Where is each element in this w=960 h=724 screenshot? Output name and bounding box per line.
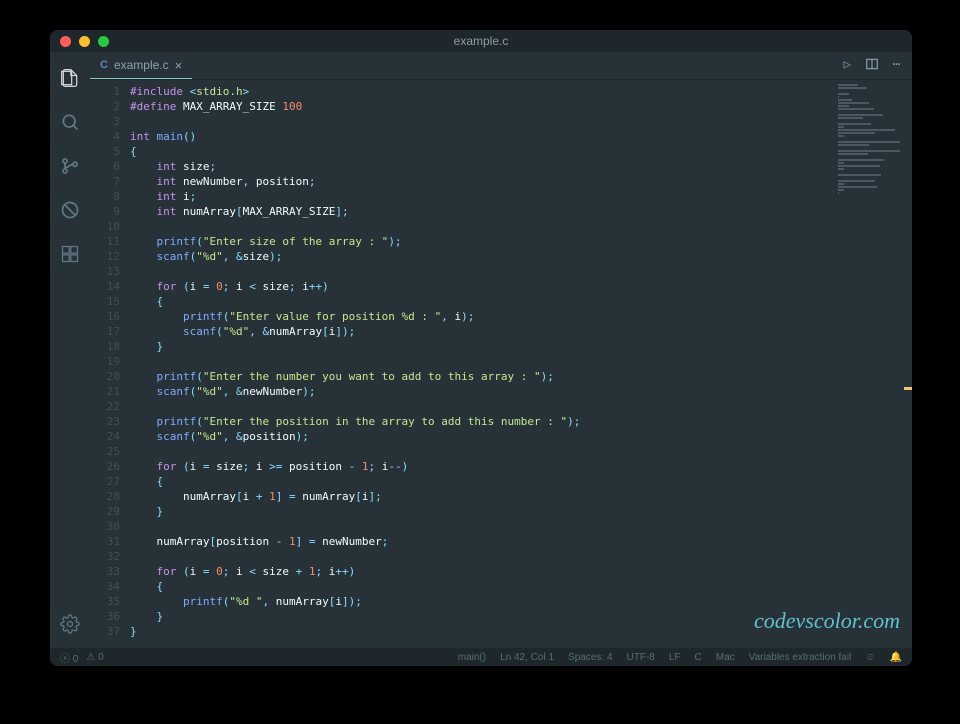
explorer-icon[interactable] <box>58 66 82 90</box>
close-tab-icon[interactable]: × <box>175 58 183 73</box>
status-encoding[interactable]: UTF-8 <box>627 652 655 663</box>
status-language[interactable]: C <box>695 652 702 663</box>
source-control-icon[interactable] <box>58 154 82 178</box>
line-number-gutter: 1234567891011121314151617181920212223242… <box>90 80 130 648</box>
tab-bar: C example.c × ▷ ⋯ <box>90 52 912 80</box>
c-file-icon: C <box>100 59 108 71</box>
status-bar: ⓧ 0 ⚠ 0 main() Ln 42, Col 1 Spaces: 4 UT… <box>50 648 912 666</box>
tab-example-c[interactable]: C example.c × <box>90 52 192 79</box>
watermark: codevscolor.com <box>754 608 900 634</box>
code-editor[interactable]: 1234567891011121314151617181920212223242… <box>90 80 912 648</box>
minimap[interactable] <box>834 80 904 648</box>
status-message[interactable]: Variables extraction fail <box>749 652 852 663</box>
split-editor-icon[interactable] <box>865 57 879 74</box>
activity-bar <box>50 52 90 648</box>
warnings-count[interactable]: ⚠ 0 <box>86 652 103 663</box>
status-eol[interactable]: LF <box>669 652 681 663</box>
extensions-icon[interactable] <box>58 242 82 266</box>
more-actions-icon[interactable]: ⋯ <box>893 57 900 74</box>
overview-ruler[interactable] <box>904 80 912 648</box>
close-window-button[interactable] <box>60 36 71 47</box>
window-title: example.c <box>454 34 509 48</box>
editor-window: example.c <box>50 30 912 666</box>
settings-gear-icon[interactable] <box>58 612 82 636</box>
run-icon[interactable]: ▷ <box>844 57 851 74</box>
titlebar: example.c <box>50 30 912 52</box>
feedback-icon[interactable]: ☺ <box>865 652 875 663</box>
search-icon[interactable] <box>58 110 82 134</box>
debug-icon[interactable] <box>58 198 82 222</box>
status-indentation[interactable]: Spaces: 4 <box>568 652 612 663</box>
minimize-window-button[interactable] <box>79 36 90 47</box>
tab-label: example.c <box>114 58 169 72</box>
status-cursor-position[interactable]: Ln 42, Col 1 <box>500 652 554 663</box>
code-content[interactable]: #include <stdio.h>#define MAX_ARRAY_SIZE… <box>130 80 834 648</box>
zoom-window-button[interactable] <box>98 36 109 47</box>
errors-count[interactable]: ⓧ 0 <box>60 650 78 665</box>
notifications-icon[interactable]: 🔔 <box>890 652 902 663</box>
window-controls <box>60 36 109 47</box>
status-os[interactable]: Mac <box>716 652 735 663</box>
editor-actions: ▷ ⋯ <box>844 57 912 74</box>
workbench: C example.c × ▷ ⋯ 1234567891011121314151… <box>50 52 912 648</box>
status-scope[interactable]: main() <box>458 652 486 663</box>
editor-group: C example.c × ▷ ⋯ 1234567891011121314151… <box>90 52 912 648</box>
